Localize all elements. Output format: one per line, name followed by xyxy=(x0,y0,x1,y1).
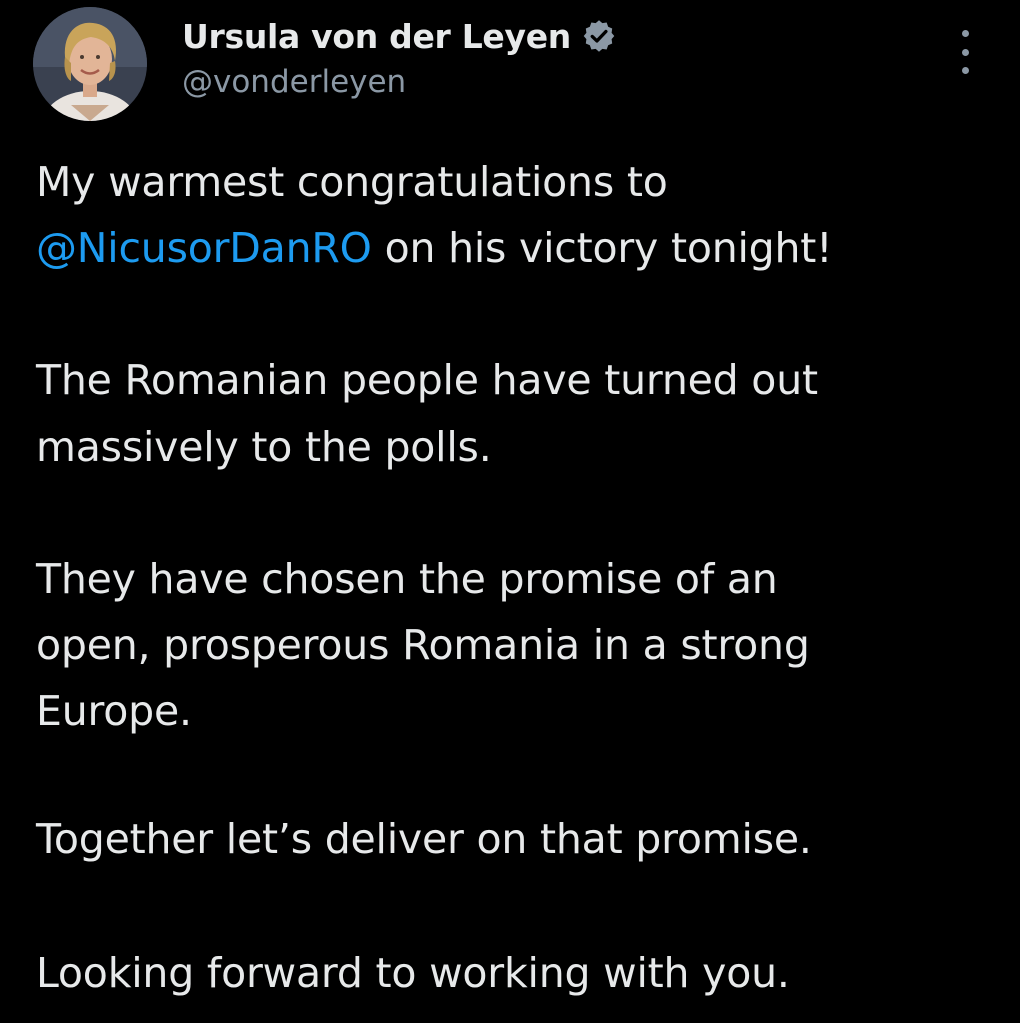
tweet-text-line: open, prosperous Romania in a strong xyxy=(36,621,810,669)
author-display-name[interactable]: Ursula von der Leyen xyxy=(182,17,571,56)
mention-link[interactable]: @NicusorDanRO xyxy=(36,224,372,272)
tweet-text-fragment: on his victory tonight! xyxy=(371,224,833,272)
author-name-row: Ursula von der Leyen xyxy=(182,12,617,60)
dot-icon xyxy=(961,48,969,56)
tweet-text-line: Together let’s deliver on that promise. xyxy=(36,815,812,863)
dot-icon xyxy=(961,67,969,74)
profile-photo xyxy=(33,7,147,121)
dot-icon xyxy=(961,30,969,37)
verified-badge-icon[interactable] xyxy=(581,18,617,54)
tweet-text-line: My warmest congratulations to xyxy=(36,158,668,206)
tweet-text-line: Looking forward to working with you. xyxy=(36,949,790,997)
tweet-text-line: Europe. xyxy=(36,687,192,735)
tweet-text-line: @NicusorDanRO on his victory tonight! xyxy=(36,228,833,269)
tweet-text-line: The Romanian people have turned out xyxy=(36,356,818,404)
tweet-card: Ursula von der Leyen @vonderleyen My war… xyxy=(0,0,1020,1023)
more-options-icon[interactable] xyxy=(950,30,980,74)
tweet-text-line: They have chosen the promise of an xyxy=(36,555,778,603)
avatar[interactable] xyxy=(33,7,147,121)
tweet-text-line: massively to the polls. xyxy=(36,423,492,471)
author-handle[interactable]: @vonderleyen xyxy=(182,64,406,100)
